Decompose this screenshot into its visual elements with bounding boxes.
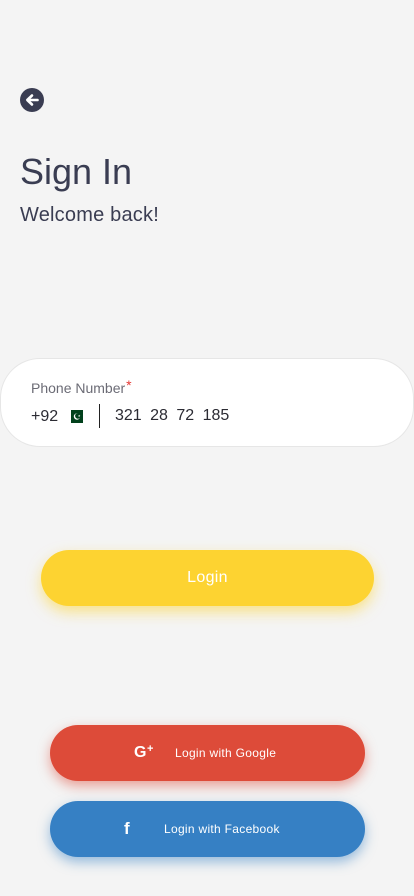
google-plus-icon: G+ xyxy=(134,743,153,762)
google-plus-icon-letter: G xyxy=(134,744,146,761)
facebook-icon: f xyxy=(124,819,130,838)
required-mark: * xyxy=(126,377,132,393)
pakistan-flag-icon[interactable] xyxy=(67,410,83,423)
back-button[interactable] xyxy=(20,88,44,112)
page-title: Sign In xyxy=(20,151,133,192)
page-subtitle: Welcome back! xyxy=(20,204,159,226)
arrow-left-circle-icon xyxy=(20,88,44,112)
login-with-facebook-button[interactable]: f Login with Facebook xyxy=(50,801,365,857)
facebook-button-label: Login with Facebook xyxy=(164,822,280,836)
google-button-label: Login with Google xyxy=(175,746,277,760)
phone-number-field: Phone Number* +92 xyxy=(0,358,414,447)
login-with-google-button[interactable]: G+ Login with Google xyxy=(50,725,365,781)
login-button-label: Login xyxy=(187,569,228,586)
phone-divider xyxy=(99,404,100,428)
phone-number-label: Phone Number* xyxy=(31,377,132,396)
country-dial-code[interactable]: +92 xyxy=(31,408,58,426)
phone-number-label-text: Phone Number xyxy=(31,380,126,396)
login-button[interactable]: Login xyxy=(41,550,374,606)
google-plus-icon-plus: + xyxy=(146,743,153,755)
phone-number-input[interactable] xyxy=(115,405,375,427)
